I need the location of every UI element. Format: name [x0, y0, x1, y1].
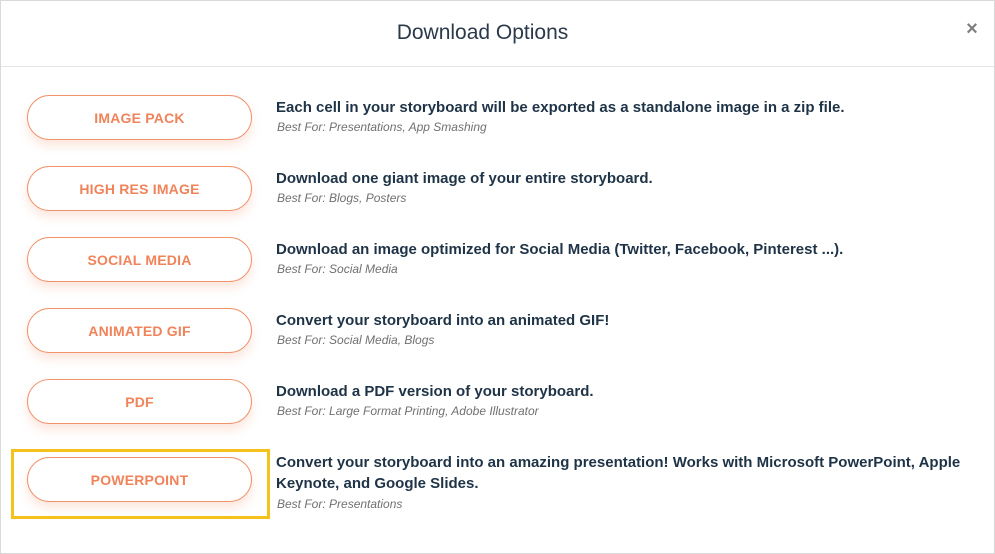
image-pack-description: Each cell in your storyboard will be exp…: [276, 99, 845, 116]
high-res-image-button[interactable]: HIGH RES IMAGE: [27, 166, 252, 211]
animated-gif-button[interactable]: ANIMATED GIF: [27, 308, 252, 353]
social-media-best-for: Best For: Social Media: [277, 262, 398, 276]
dialog-title: Download Options: [396, 21, 569, 44]
download-options-dialog: Download Options × IMAGE PACK Each cell …: [0, 0, 995, 554]
close-icon[interactable]: ×: [962, 18, 982, 40]
social-media-button[interactable]: SOCIAL MEDIA: [27, 237, 252, 282]
pdf-description: Download a PDF version of your storyboar…: [276, 383, 594, 400]
animated-gif-description: Convert your storyboard into an animated…: [276, 312, 610, 329]
dialog-header: Download Options ×: [1, 1, 994, 67]
social-media-description: Download an image optimized for Social M…: [276, 241, 844, 258]
image-pack-button[interactable]: IMAGE PACK: [27, 95, 252, 140]
high-res-image-description: Download one giant image of your entire …: [276, 170, 653, 187]
pdf-best-for: Best For: Large Format Printing, Adobe I…: [277, 404, 539, 418]
image-pack-best-for: Best For: Presentations, App Smashing: [277, 120, 487, 134]
powerpoint-best-for: Best For: Presentations: [277, 497, 403, 511]
powerpoint-description: Convert your storyboard into an amazing …: [276, 454, 961, 492]
animated-gif-best-for: Best For: Social Media, Blogs: [277, 333, 435, 347]
pdf-button[interactable]: PDF: [27, 379, 252, 424]
high-res-image-best-for: Best For: Blogs, Posters: [277, 191, 407, 205]
powerpoint-button[interactable]: POWERPOINT: [27, 457, 252, 502]
